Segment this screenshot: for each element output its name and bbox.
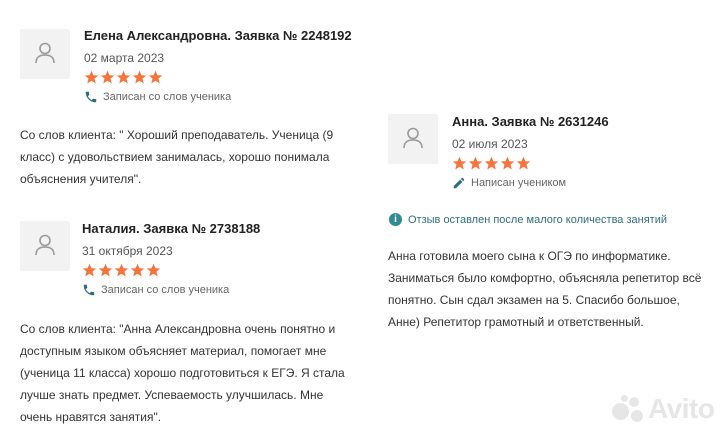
review-notice-text: Отзыв оставлен после малого количества з… xyxy=(408,213,667,226)
user-placeholder-icon xyxy=(403,127,423,149)
star-icon xyxy=(484,156,499,170)
review-date: 02 июля 2023 xyxy=(452,137,528,151)
phone-icon xyxy=(85,91,97,103)
review-source-label: Написан учеником xyxy=(471,177,567,189)
avatar xyxy=(388,114,438,164)
info-icon: i xyxy=(389,213,402,226)
avatar xyxy=(20,29,70,79)
star-icon xyxy=(132,70,147,84)
avatar xyxy=(20,221,70,271)
review-author: Анна. Заявка № 2631246 xyxy=(452,114,609,129)
avito-watermark-logo: Avito xyxy=(612,393,715,425)
user-placeholder-icon xyxy=(35,42,55,64)
review-text: Со слов клиента: "Анна Александровна оче… xyxy=(20,322,345,424)
star-icon xyxy=(500,156,515,170)
star-icon xyxy=(82,263,97,277)
review-text: Со слов клиента: " Хороший преподаватель… xyxy=(20,128,334,186)
pencil-icon xyxy=(453,177,465,189)
review-source-label: Записан со слов ученика xyxy=(103,91,232,103)
star-icon xyxy=(114,263,129,277)
star-icon xyxy=(452,156,467,170)
rating-stars xyxy=(84,70,352,86)
avito-dots-icon xyxy=(612,395,646,423)
review-source: Записан со слов ученика xyxy=(84,90,352,104)
review-date: 02 марта 2023 xyxy=(84,51,165,65)
review-source: Написан учеником xyxy=(452,176,609,190)
review-author: Наталия. Заявка № 2738188 xyxy=(82,221,261,236)
star-icon xyxy=(468,156,483,170)
review-author: Елена Александровна. Заявка № 2248192 xyxy=(84,28,352,43)
user-placeholder-icon xyxy=(35,234,55,256)
avito-wordmark: Avito xyxy=(648,393,715,424)
star-icon xyxy=(516,156,531,170)
star-icon xyxy=(146,263,161,277)
rating-stars xyxy=(82,263,260,279)
review-source-label: Записан со слов ученика xyxy=(101,284,230,296)
review-text: Анна готовила моего сына к ОГЭ по информ… xyxy=(388,249,702,329)
star-icon xyxy=(98,263,113,277)
review-date: 31 октября 2023 xyxy=(82,244,173,258)
review-source: Записан со слов ученика xyxy=(82,283,260,297)
star-icon xyxy=(148,70,163,84)
rating-stars xyxy=(452,156,609,172)
star-icon xyxy=(116,70,131,84)
star-icon xyxy=(84,70,99,84)
star-icon xyxy=(100,70,115,84)
phone-icon xyxy=(83,284,95,296)
review-notice: i Отзыв оставлен после малого количества… xyxy=(389,213,667,226)
star-icon xyxy=(130,263,145,277)
